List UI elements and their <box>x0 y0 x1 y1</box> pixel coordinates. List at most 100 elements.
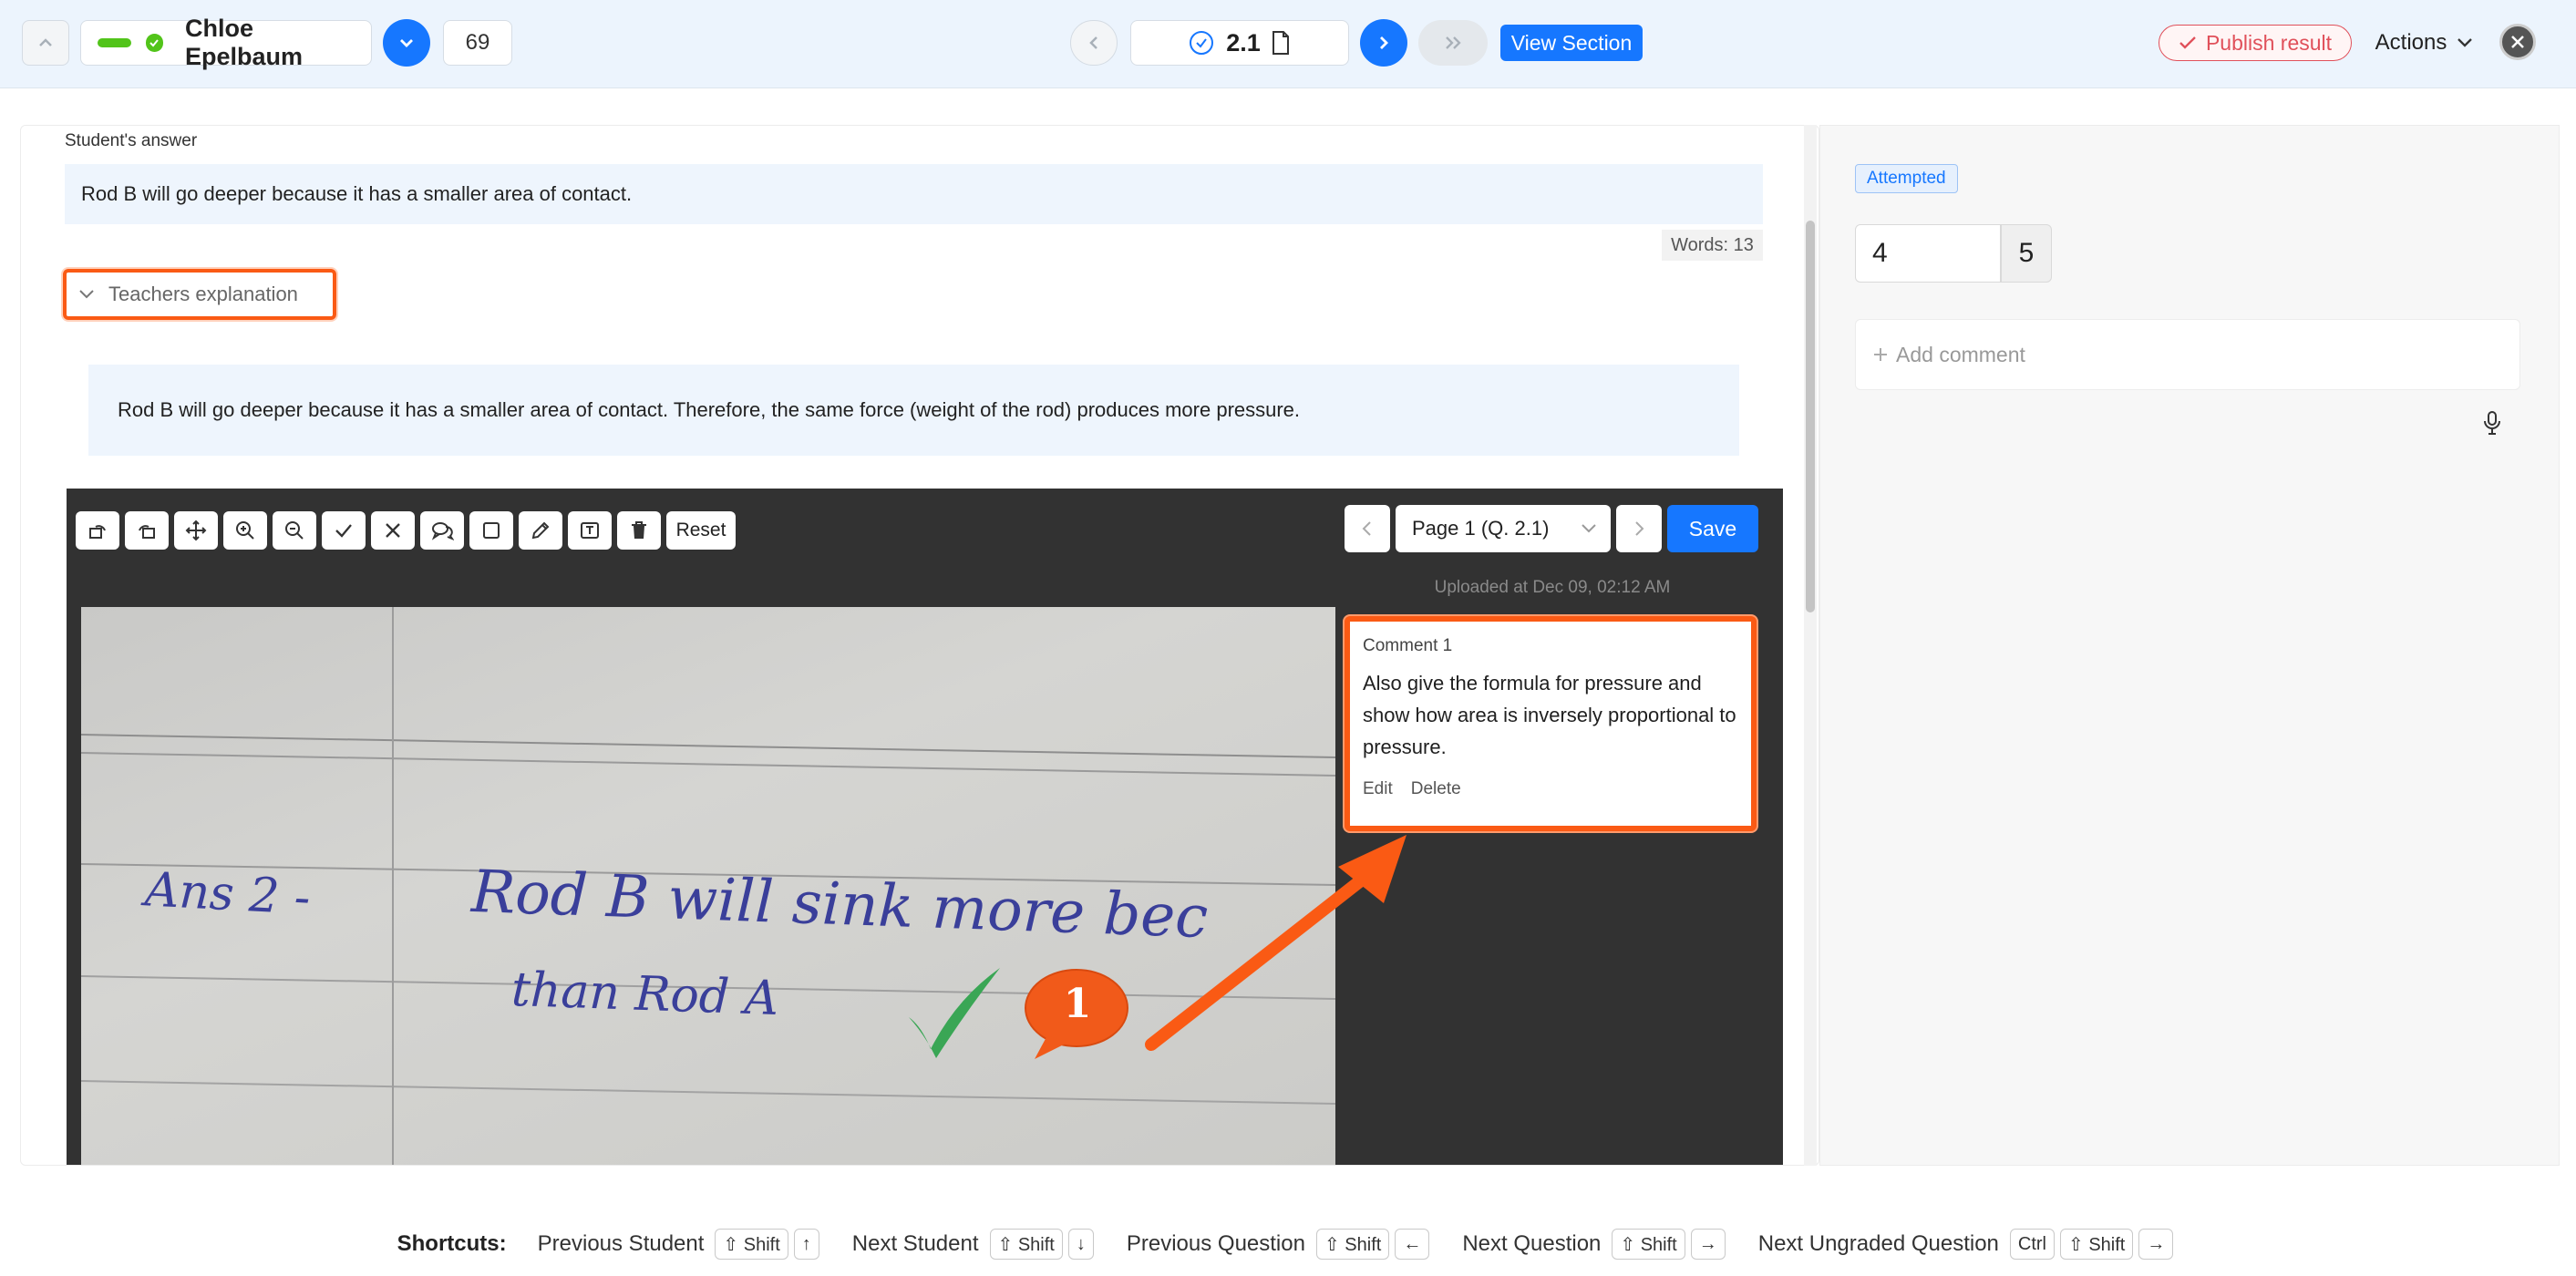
rotate-right-icon <box>139 525 155 539</box>
cross-icon <box>386 523 400 538</box>
save-label: Save <box>1688 516 1737 540</box>
chevron-down-icon <box>2458 38 2473 47</box>
zoom-in-icon <box>236 521 254 540</box>
view-section-button[interactable]: View Section <box>1500 25 1643 61</box>
close-icon <box>2511 36 2524 48</box>
text-box-icon <box>581 522 599 539</box>
next-page-button[interactable] <box>1616 505 1662 552</box>
chevron-up-icon <box>39 38 52 46</box>
zoom-out-button[interactable] <box>273 511 316 550</box>
shortcut-previous-question-label: Previous Question <box>1126 1231 1305 1256</box>
student-number: 69 <box>465 30 490 55</box>
teachers-explanation-toggle[interactable]: Teachers explanation <box>63 269 336 320</box>
pen-tool-button[interactable] <box>519 511 562 550</box>
comment-tool-button[interactable] <box>420 511 464 550</box>
chevron-right-icon <box>1635 521 1644 536</box>
chevron-down-icon <box>79 290 94 299</box>
score-value: 4 <box>1872 238 1888 268</box>
check-icon <box>2179 36 2196 49</box>
answer-panel-scrollbar[interactable] <box>1804 125 1817 1166</box>
comment-text: Also give the formula for pressure and s… <box>1363 672 1736 758</box>
save-button[interactable]: Save <box>1667 505 1758 552</box>
comment-delete-link[interactable]: Delete <box>1411 779 1461 799</box>
view-section-label: View Section <box>1510 30 1633 55</box>
chevron-down-icon <box>1582 524 1596 533</box>
check-circle-outline-icon <box>1190 31 1214 55</box>
microphone-icon[interactable] <box>2482 410 2502 436</box>
double-chevron-right-icon <box>1446 36 1461 49</box>
rotate-left-icon <box>89 525 106 539</box>
comment-icon <box>431 522 454 540</box>
answer-panel: Student's answer Rod B will go deeper be… <box>20 125 1819 1166</box>
previous-student-button[interactable] <box>22 20 69 66</box>
comment-marker-number: 1 <box>1063 981 1092 1027</box>
page-select[interactable]: Page 1 (Q. 2.1) <box>1396 505 1611 552</box>
teachers-explanation-box: Rod B will go deeper because it has a sm… <box>88 365 1739 456</box>
max-score-value: 5 <box>2018 238 2035 268</box>
plus-icon <box>1874 348 1887 361</box>
shortcut-next-question-label: Next Question <box>1462 1231 1602 1256</box>
next-question-button[interactable] <box>1360 19 1407 67</box>
zoom-out-icon <box>285 521 304 540</box>
question-selector[interactable]: 2.1 <box>1130 20 1349 66</box>
score-input[interactable]: 4 <box>1855 224 2001 283</box>
annotation-viewer: Reset Page 1 (Q. 2.1) Save Uploaded at D… <box>67 489 1783 1165</box>
cross-tool-button[interactable] <box>371 511 415 550</box>
zoom-in-button[interactable] <box>223 511 267 550</box>
word-count: Words: 13 <box>1662 230 1763 261</box>
student-name: Chloe Epelbaum <box>184 15 303 70</box>
student-number-box[interactable]: 69 <box>443 20 512 66</box>
scrollbar-thumb[interactable] <box>1806 221 1815 612</box>
answer-heading: Student's answer <box>65 131 198 150</box>
move-button[interactable] <box>174 511 218 550</box>
shortcut-next-ungraded-question-label: Next Ungraded Question <box>1757 1231 1999 1256</box>
previous-page-button[interactable] <box>1345 505 1390 552</box>
shortcut-key: → <box>1690 1229 1726 1260</box>
reset-button[interactable]: Reset <box>666 511 736 550</box>
word-count-text: Words: 13 <box>1671 234 1754 255</box>
actions-dropdown[interactable]: Actions <box>2370 25 2479 61</box>
status-badge: Attempted <box>1855 164 1958 193</box>
publish-result-button[interactable]: Publish result <box>2159 25 2352 61</box>
next-student-button[interactable] <box>383 19 430 67</box>
add-comment-field[interactable]: Add comment <box>1855 319 2520 390</box>
handwriting-line-2: than Rod A <box>510 962 780 1027</box>
shortcuts-bar: Shortcuts: Previous Student ⇧ Shift ↑ Ne… <box>0 1212 2576 1276</box>
shortcut-key: ⇧ Shift <box>1612 1229 1685 1260</box>
shortcut-key: → <box>2138 1229 2174 1260</box>
status-badge-text: Attempted <box>1867 169 1946 188</box>
square-icon <box>483 522 500 539</box>
shortcut-key: ⇧ Shift <box>1315 1229 1390 1260</box>
tick-tool-button[interactable] <box>322 511 366 550</box>
delete-tool-button[interactable] <box>617 511 661 550</box>
comment-edit-link[interactable]: Edit <box>1363 779 1393 799</box>
comment-card[interactable]: Comment 1 Also give the formula for pres… <box>1345 616 1757 831</box>
trash-icon <box>632 521 646 539</box>
previous-question-button[interactable] <box>1070 20 1118 66</box>
shortcut-key: Ctrl <box>2009 1229 2055 1260</box>
actions-label: Actions <box>2375 30 2447 55</box>
rotate-right-button[interactable] <box>125 511 169 550</box>
handwriting-prefix: Ans 2 - <box>143 862 312 926</box>
max-score: 5 <box>2001 224 2052 283</box>
publish-result-label: Publish result <box>2205 30 2333 55</box>
comment-link-arrow <box>1145 835 1406 1051</box>
student-answer-text: Rod B will go deeper because it has a sm… <box>81 182 633 205</box>
shortcut-next-student-label: Next Student <box>851 1231 979 1256</box>
shortcut-key: ⇧ Shift <box>989 1229 1063 1260</box>
shortcut-previous-student-label: Previous Student <box>537 1231 705 1256</box>
reset-label: Reset <box>675 520 726 540</box>
rectangle-tool-button[interactable] <box>469 511 513 550</box>
last-question-button[interactable] <box>1418 20 1488 66</box>
chevron-down-icon <box>400 39 413 47</box>
rotate-left-button[interactable] <box>76 511 119 550</box>
page-select-value: Page 1 (Q. 2.1) <box>1412 517 1550 540</box>
check-icon <box>335 524 352 538</box>
close-button[interactable] <box>2499 24 2536 60</box>
student-selector[interactable]: Chloe Epelbaum <box>80 15 372 70</box>
teachers-explanation-text: Rod B will go deeper because it has a sm… <box>118 398 1301 421</box>
chevron-left-icon <box>1089 36 1097 49</box>
check-circle-icon <box>145 34 163 52</box>
shortcut-key: ↓ <box>1067 1229 1094 1260</box>
text-tool-button[interactable] <box>568 511 612 550</box>
